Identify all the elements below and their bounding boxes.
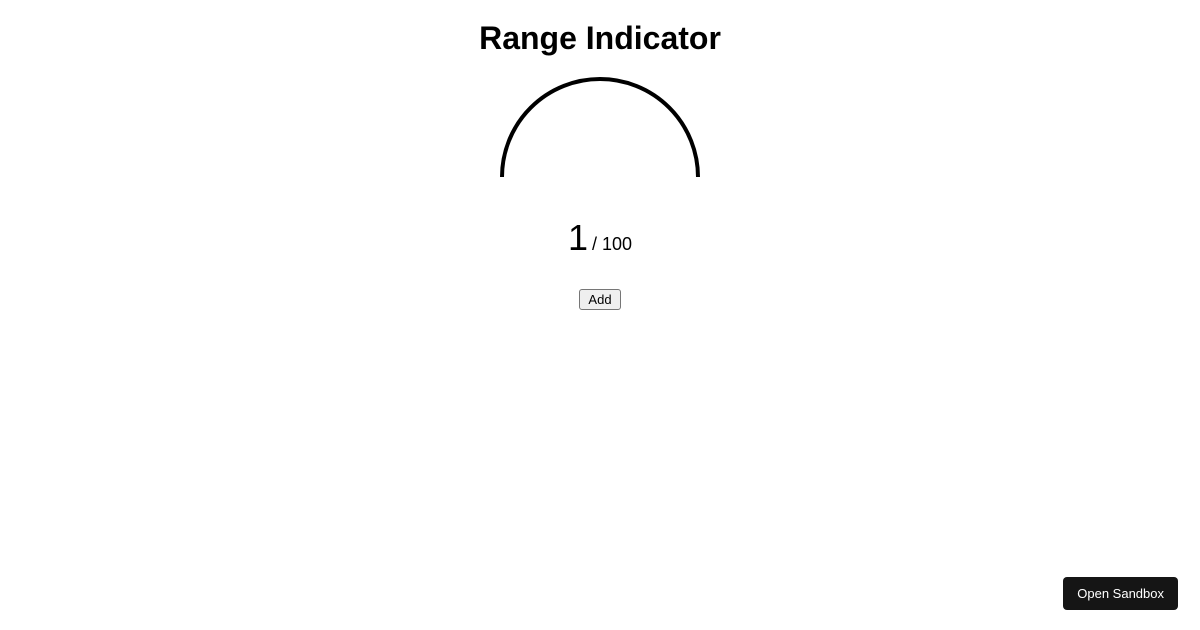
gauge-svg bbox=[500, 77, 700, 177]
add-button[interactable]: Add bbox=[579, 289, 620, 310]
gauge-arc-path bbox=[502, 79, 698, 177]
value-display: 1 / 100 bbox=[568, 217, 632, 259]
value-separator: / 100 bbox=[592, 234, 632, 255]
page-title: Range Indicator bbox=[479, 20, 721, 57]
open-sandbox-button[interactable]: Open Sandbox bbox=[1063, 577, 1178, 610]
main-container: Range Indicator 1 / 100 Add bbox=[0, 0, 1200, 310]
gauge-arc bbox=[500, 77, 700, 177]
current-value: 1 bbox=[568, 217, 588, 259]
